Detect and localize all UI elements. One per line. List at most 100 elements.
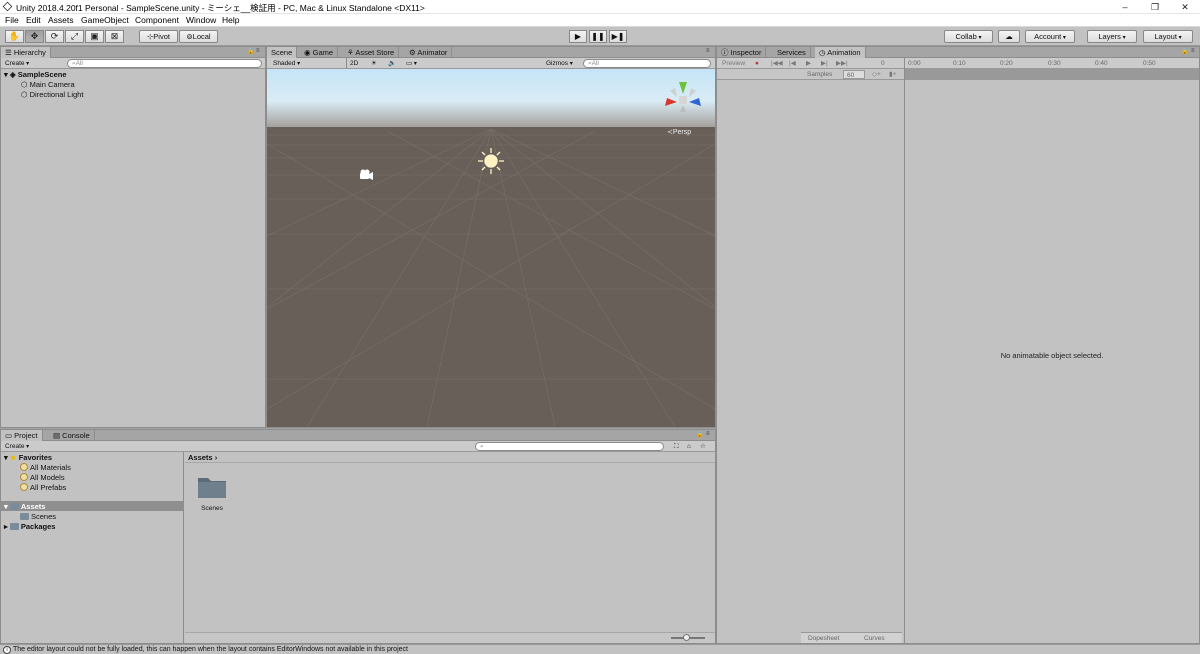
play-button[interactable]: ▶ [569,30,587,43]
asset-item-scenes[interactable]: Scenes [195,475,229,515]
first-keyframe-icon[interactable]: |◀◀ [771,59,783,68]
favorite-item-materials[interactable]: All Materials [20,463,71,472]
menu-gameobject[interactable]: GameObject [81,15,129,25]
favorite-star-icon[interactable]: ☆ [700,442,706,451]
clock-icon: ◷ [819,48,828,57]
breadcrumb: Assets › [185,452,715,463]
favorite-item-prefabs[interactable]: All Prefabs [20,483,66,492]
favorites-node[interactable]: ▾ ★ Favorites [4,453,52,462]
menu-component[interactable]: Component [135,15,179,25]
folder-scenes[interactable]: Scenes [20,512,56,521]
panel-menu-icon[interactable]: ≡ [1191,48,1195,54]
transform-tool-icon[interactable]: ⊠ [105,30,124,43]
rect-tool-icon[interactable]: ▣ [85,30,104,43]
time-label: 0:50 [1143,60,1156,67]
menu-window[interactable]: Window [186,15,216,25]
breadcrumb-assets[interactable]: Assets › [188,453,217,462]
project-search-input[interactable]: ⌕ [475,442,664,451]
scene-toolbar: Shaded 2D ☀ 🔈 ▭ Gizmos ⌕All [267,58,715,69]
layers-dropdown[interactable]: Layers [1087,30,1137,43]
move-tool-icon[interactable]: ✥ [25,30,44,43]
search-icon: ⌕ [480,443,484,450]
add-event-icon[interactable]: ▮+ [889,70,896,79]
folder-icon [197,475,227,499]
2d-toggle[interactable]: 2D [350,59,358,68]
create-dropdown[interactable]: Create [5,442,29,451]
cloud-button[interactable]: ☁ [998,30,1020,43]
samples-input[interactable]: 60 [843,70,865,79]
step-button[interactable]: ▶❚ [609,30,627,43]
lighting-toggle-icon[interactable]: ☀ [371,59,377,68]
maximize-button[interactable]: ❐ [1140,0,1170,14]
filter-label-icon[interactable]: ⌂ [687,442,691,451]
curves-tab[interactable]: Curves [864,634,885,643]
assets-node[interactable]: ▾ Assets [4,502,45,511]
scale-tool-icon[interactable]: ⤢ [65,30,84,43]
layout-dropdown[interactable]: Layout [1143,30,1193,43]
persp-label[interactable]: ≺Persp [667,128,691,136]
animation-controls: Preview ● |◀◀ |◀ ▶ ▶| ▶▶| 0 [717,58,904,69]
menu-edit[interactable]: Edit [26,15,41,25]
hierarchy-panel: ☰ Hierarchy 🔒 ≡ Create ⌕All ▾ ◈ SampleSc… [0,46,266,428]
record-button-icon[interactable]: ● [755,59,759,68]
divider [346,58,347,69]
scene-tabbar: Scene ◉ Game ⚘ Asset Store ⚙ Animator ≡ [267,47,715,59]
prev-keyframe-icon[interactable]: |◀ [789,59,796,68]
collab-dropdown[interactable]: Collab [944,30,993,43]
last-keyframe-icon[interactable]: ▶▶| [836,59,848,68]
hierarchy-item-directional-light[interactable]: ⬡ Directional Light [21,90,83,99]
lock-icon[interactable]: 🔒 [696,431,703,438]
status-bar: i The editor layout could not be fully l… [0,644,1200,654]
favorite-item-models[interactable]: All Models [20,473,65,482]
lock-icon[interactable]: 🔒 [247,48,254,55]
account-dropdown[interactable]: Account [1025,30,1075,43]
menu-help[interactable]: Help [222,15,239,25]
menu-file[interactable]: File [5,15,19,25]
local-toggle[interactable]: ⊚Local [179,30,218,43]
menu-assets[interactable]: Assets [48,15,74,25]
tab-inspector[interactable]: ⓘ Inspector [717,47,767,58]
hierarchy-item-main-camera[interactable]: ⬡ Main Camera [21,80,75,89]
preview-toggle[interactable]: Preview [722,59,745,68]
gizmos-dropdown[interactable]: Gizmos [546,59,573,68]
dopesheet-tab[interactable]: Dopesheet [808,634,839,643]
game-icon: ◉ [304,48,313,57]
play-animation-icon[interactable]: ▶ [806,59,811,68]
scene-viewport[interactable]: ≺Persp [267,69,715,427]
audio-toggle-icon[interactable]: 🔈 [388,59,396,68]
tab-game[interactable]: ◉ Game [300,47,339,58]
packages-node[interactable]: ▸ Packages [4,522,55,531]
search-filter-icon [20,463,28,471]
panel-menu-icon[interactable]: ≡ [256,48,260,54]
frame-field[interactable]: 0 [881,59,885,68]
shading-mode-dropdown[interactable]: Shaded [273,59,300,68]
pause-button[interactable]: ❚❚ [589,30,607,43]
rotate-tool-icon[interactable]: ⟳ [45,30,64,43]
event-track[interactable] [905,69,1199,80]
status-message[interactable]: The editor layout could not be fully loa… [13,646,408,653]
clip-controls: Samples 60 ◇+ ▮+ [717,69,904,80]
create-dropdown[interactable]: Create [5,59,29,68]
zoom-slider-thumb[interactable] [683,634,690,641]
lock-icon[interactable]: 🔒 [1181,48,1188,55]
panel-menu-icon[interactable]: ≡ [706,431,710,437]
effects-dropdown-icon[interactable]: ▭ [406,59,417,68]
animation-panel: ⓘ Inspector Services ◷ Animation 🔒 ≡ Pre… [716,46,1200,644]
scene-search-input[interactable]: ⌕All [583,59,711,68]
hand-tool-icon[interactable]: ✋ [5,30,24,43]
hierarchy-search-input[interactable]: ⌕All [67,59,262,68]
panel-menu-icon[interactable]: ≡ [706,48,710,54]
add-keyframe-icon[interactable]: ◇+ [872,70,881,79]
project-toolbar: Create ⌕ ⛶ ⌂ ☆ [1,441,715,452]
scene-root[interactable]: ▾ ◈ SampleScene [4,70,67,79]
filter-type-icon[interactable]: ⛶ [674,442,679,451]
tab-asset-store[interactable]: ⚘ Asset Store [343,47,400,58]
close-button[interactable]: ✕ [1170,0,1200,14]
tab-services[interactable]: Services [773,47,811,58]
minimize-button[interactable]: – [1110,0,1140,14]
timeline-ruler[interactable]: 0:00 0:10 0:20 0:30 0:40 0:50 [905,58,1199,69]
pivot-toggle[interactable]: ⊹Pivot [139,30,178,43]
tab-console[interactable]: ▤ Console [49,430,95,441]
tab-animator[interactable]: ⚙ Animator [405,47,453,58]
next-keyframe-icon[interactable]: ▶| [821,59,828,68]
